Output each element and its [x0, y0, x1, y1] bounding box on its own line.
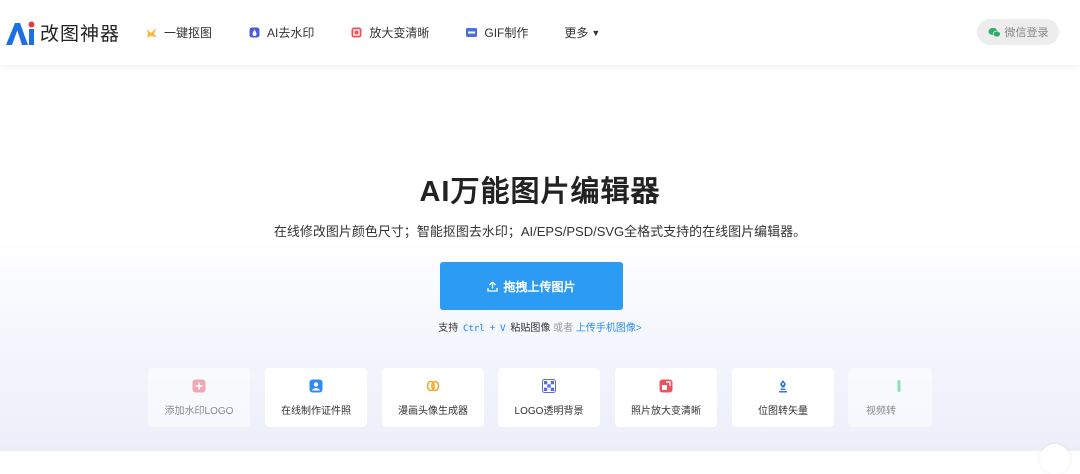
upload-button[interactable]: 拖拽上传图片	[440, 262, 623, 310]
wechat-icon	[988, 27, 1001, 37]
tool-card-photo-enlarge[interactable]: 照片放大变清晰	[615, 368, 717, 427]
tool-card-transparent-bg[interactable]: LOGO透明背景	[498, 368, 600, 427]
login-label: 微信登录	[1004, 27, 1049, 39]
key-ctrl: Ctrl	[461, 324, 487, 334]
top-navigation-bar: 改图神器 一键抠图 AI去水印 放大变清晰 GIF制作 更多 ▼ 微信登录	[0, 0, 1080, 65]
gif-icon	[466, 28, 478, 37]
caret-down-icon: ▼	[591, 27, 601, 38]
nav-item-label: 一键抠图	[164, 26, 213, 40]
nav-item-remove-watermark[interactable]: AI去水印	[248, 24, 314, 41]
floating-widget[interactable]	[1040, 444, 1070, 474]
main-nav: 一键抠图 AI去水印 放大变清晰 GIF制作 更多 ▼	[145, 0, 600, 65]
nav-more-label: 更多	[564, 26, 589, 40]
transparent-bg-icon	[542, 379, 556, 393]
tool-card-add-watermark[interactable]: 添加水印LOGO	[148, 368, 250, 427]
nav-item-gif[interactable]: GIF制作	[465, 24, 528, 41]
id-photo-icon	[309, 379, 323, 393]
nav-item-label: AI去水印	[267, 26, 315, 40]
key-plus: +	[489, 323, 496, 334]
tool-card-label: 位图转矢量	[758, 406, 808, 417]
cutout-icon	[147, 28, 157, 38]
watermark-icon	[249, 27, 260, 38]
tool-card-label: 视频转	[866, 406, 896, 417]
brand-logo-icon	[6, 21, 35, 45]
upload-label: 拖拽上传图片	[503, 279, 576, 294]
tool-card-label: 照片放大变清晰	[631, 406, 701, 417]
nav-more-dropdown[interactable]: 更多 ▼	[564, 24, 600, 41]
tool-card-cartoon-avatar[interactable]: 漫画头像生成器	[382, 368, 484, 427]
nav-item-enlarge[interactable]: 放大变清晰	[350, 24, 429, 41]
tool-cards: 添加水印LOGO 在线制作证件照 漫画头像生成器 LOGO透明背景 照片放大变清…	[0, 368, 1080, 427]
video-convert-icon	[897, 380, 901, 392]
page-subtitle: 在线修改图片颜色尺寸；智能抠图去水印；AI/EPS/PSD/SVG全格式支持的在…	[273, 224, 807, 239]
page-title: AI万能图片编辑器	[419, 176, 661, 208]
paste-hint: 支持 Ctrl + V 粘贴图像 或者 上传手机图像>	[0, 319, 1080, 334]
tool-card-id-photo[interactable]: 在线制作证件照	[265, 368, 367, 427]
tool-card-label: 在线制作证件照	[281, 406, 351, 417]
enlarge-icon	[351, 27, 362, 38]
nav-item-label: 放大变清晰	[369, 26, 430, 40]
wechat-login-button[interactable]: 微信登录	[977, 19, 1059, 45]
add-watermark-icon	[192, 379, 206, 393]
tool-card-label: 添加水印LOGO	[164, 406, 234, 417]
tool-card-video-convert[interactable]: 视频转	[848, 368, 932, 427]
hint-prefix: 支持	[438, 323, 459, 334]
vectorize-icon	[779, 380, 787, 393]
upload-mobile-link[interactable]: 上传手机图像>	[576, 323, 642, 334]
tool-card-vectorize[interactable]: 位图转矢量	[732, 368, 834, 427]
tool-card-label: 漫画头像生成器	[398, 406, 468, 417]
upload-icon	[487, 281, 499, 292]
hint-middle: 粘贴图像	[510, 323, 551, 334]
brand-logo[interactable]: 改图神器	[4, 19, 120, 46]
cartoon-avatar-icon	[426, 380, 440, 392]
key-v: V	[498, 324, 508, 334]
brand-name: 改图神器	[40, 24, 121, 45]
photo-enlarge-icon	[659, 379, 673, 393]
nav-item-cutout[interactable]: 一键抠图	[145, 24, 212, 41]
tool-card-label: LOGO透明背景	[514, 406, 584, 417]
hint-or: 或者	[553, 323, 574, 334]
nav-item-label: GIF制作	[484, 26, 529, 40]
